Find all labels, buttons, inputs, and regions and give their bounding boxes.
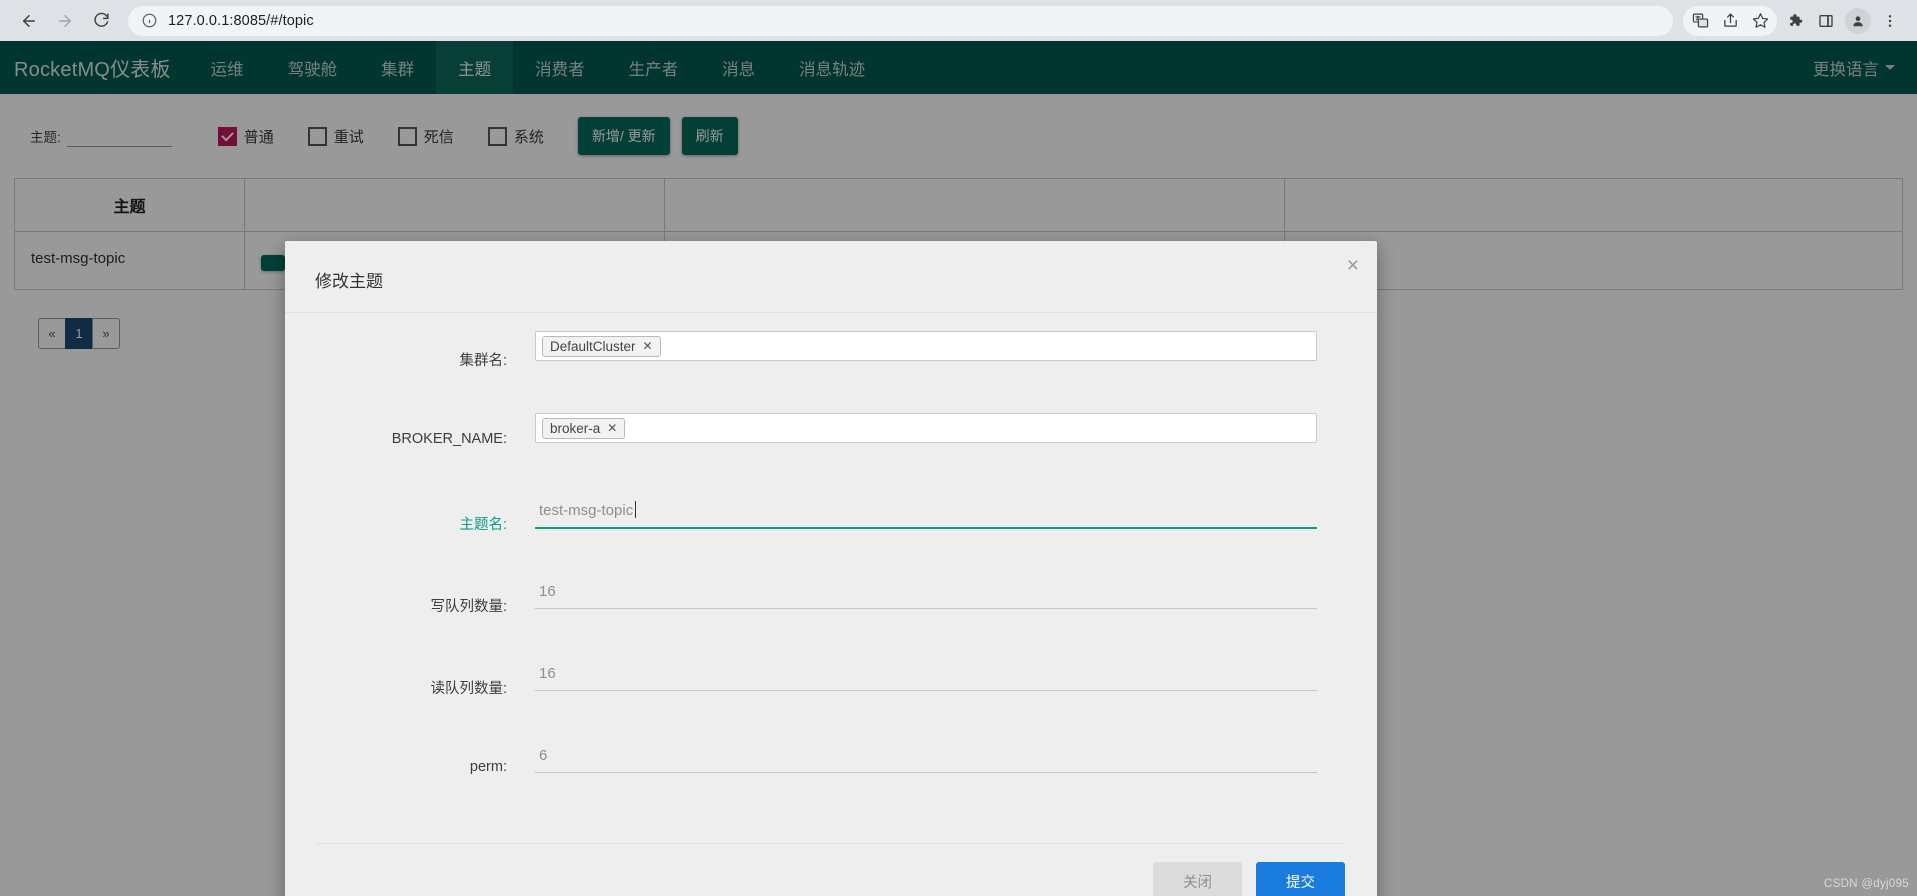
browser-nav-buttons <box>12 4 118 38</box>
perm-value: 6 <box>539 747 548 764</box>
watermark: CSDN @dyj095 <box>1824 878 1909 890</box>
field-broker-name-label: BROKER_NAME: <box>391 431 507 447</box>
field-cluster-name-label: 集群名: <box>459 353 507 369</box>
side-panel-icon[interactable] <box>1811 6 1841 36</box>
browser-chrome: 127.0.0.1:8085/#/topic <box>0 0 1917 41</box>
omnibox-action-pill <box>1683 5 1777 36</box>
browser-toolbar-icons <box>1683 5 1905 36</box>
broker-name-tag-input[interactable]: broker-a ✕ <box>535 413 1317 443</box>
translate-icon[interactable] <box>1685 6 1715 36</box>
modal-title: 修改主题 <box>315 272 383 291</box>
field-topic-name: 主题名: test-msg-topic <box>317 495 1345 577</box>
three-dot-menu-icon[interactable] <box>1875 6 1905 36</box>
modal-submit-button[interactable]: 提交 <box>1256 862 1345 896</box>
reload-button[interactable] <box>84 4 118 38</box>
tag-chip-label: broker-a <box>550 420 601 436</box>
close-icon[interactable]: × <box>1347 255 1359 276</box>
cluster-name-tag-input[interactable]: DefaultCluster ✕ <box>535 331 1317 361</box>
text-cursor <box>635 501 637 518</box>
forward-arrow-icon <box>56 12 74 30</box>
tag-chip[interactable]: DefaultCluster ✕ <box>542 335 661 357</box>
perm-input[interactable]: 6 <box>535 741 1317 773</box>
back-arrow-icon <box>20 12 38 30</box>
write-queue-num-value: 16 <box>539 583 556 600</box>
tag-remove-icon[interactable]: ✕ <box>643 339 653 353</box>
field-perm-label: perm: <box>469 759 507 775</box>
puzzle-piece-icon[interactable] <box>1779 6 1809 36</box>
share-icon[interactable] <box>1715 6 1745 36</box>
read-queue-num-value: 16 <box>539 665 556 682</box>
info-circle-icon[interactable] <box>142 13 157 28</box>
address-bar[interactable]: 127.0.0.1:8085/#/topic <box>128 5 1673 36</box>
modal-close-button[interactable]: 关闭 <box>1153 862 1242 896</box>
modal-header: 修改主题 × <box>285 241 1377 313</box>
write-queue-num-input[interactable]: 16 <box>535 577 1317 609</box>
field-read-queue-num: 读队列数量: 16 <box>317 659 1345 741</box>
avatar <box>1845 7 1871 34</box>
page-content: RocketMQ仪表板 运维 驾驶舱 集群 主题 消费者 生产者 消息 消息轨迹… <box>0 41 1917 896</box>
topic-name-value: test-msg-topic <box>539 502 634 519</box>
reload-icon <box>93 12 110 29</box>
tag-remove-icon[interactable]: ✕ <box>607 421 617 435</box>
read-queue-num-input[interactable]: 16 <box>535 659 1317 691</box>
field-write-queue-num-label: 写队列数量: <box>430 599 507 615</box>
field-read-queue-num-label: 读队列数量: <box>430 681 507 697</box>
modal-body: 集群名: DefaultCluster ✕ BROKER_NAME: broke… <box>285 313 1377 829</box>
modal-footer: 关闭 提交 <box>317 843 1345 896</box>
field-cluster-name: 集群名: DefaultCluster ✕ <box>317 331 1345 413</box>
tag-chip[interactable]: broker-a ✕ <box>542 417 626 439</box>
forward-button[interactable] <box>48 4 82 38</box>
field-write-queue-num: 写队列数量: 16 <box>317 577 1345 659</box>
field-topic-name-label: 主题名: <box>459 517 507 533</box>
address-bar-url: 127.0.0.1:8085/#/topic <box>168 12 314 29</box>
topic-name-input[interactable]: test-msg-topic <box>535 495 1317 529</box>
edit-topic-modal: 修改主题 × 集群名: DefaultCluster ✕ BROKER_NAME… <box>285 241 1377 896</box>
tag-chip-label: DefaultCluster <box>550 338 636 354</box>
star-icon[interactable] <box>1745 6 1775 36</box>
profile-avatar-icon[interactable] <box>1843 6 1873 36</box>
field-perm: perm: 6 <box>317 741 1345 823</box>
field-broker-name: BROKER_NAME: broker-a ✕ <box>317 413 1345 495</box>
back-button[interactable] <box>12 4 46 38</box>
